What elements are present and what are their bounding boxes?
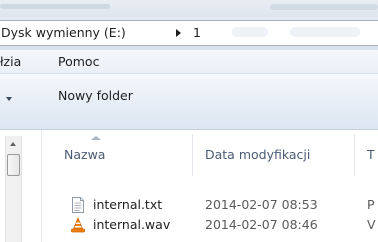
address-bar[interactable]: Dysk wymienny (E:) 1 [0, 20, 378, 46]
file-date-modified: 2014-02-07 08:46 [205, 217, 318, 232]
title-decoration [270, 4, 378, 10]
navigation-scrollbar[interactable] [5, 136, 22, 242]
sort-ascending-icon [91, 136, 101, 140]
breadcrumb-drive[interactable]: Dysk wymienny (E:) [1, 21, 126, 45]
address-decoration [232, 27, 268, 37]
address-decoration [290, 27, 360, 37]
column-divider[interactable] [354, 134, 355, 176]
navigation-pane [0, 130, 42, 242]
column-header-row: Nazwa Data modyfikacji T [42, 130, 378, 180]
file-row[interactable]: internal.wav 2014-02-07 08:46 V [42, 215, 378, 235]
menu-bar: łzia Pomoc [0, 50, 378, 74]
file-name[interactable]: internal.wav [93, 215, 170, 235]
file-type: V [367, 217, 376, 232]
text-file-icon [70, 197, 86, 213]
scroll-thumb[interactable] [7, 154, 20, 176]
breadcrumb-folder[interactable]: 1 [193, 21, 201, 45]
column-header-name[interactable]: Nazwa [64, 145, 105, 165]
address-bar-area: Dysk wymienny (E:) 1 [0, 17, 378, 50]
file-date-modified: 2014-02-07 08:53 [205, 197, 318, 212]
title-decoration [0, 4, 110, 9]
scroll-up-arrow-icon [10, 142, 16, 146]
vlc-media-file-icon [70, 216, 86, 233]
menu-item-help[interactable]: Pomoc [58, 50, 99, 73]
breadcrumb-separator-icon[interactable] [176, 29, 181, 37]
chevron-down-icon[interactable] [6, 97, 12, 101]
column-divider[interactable] [192, 134, 193, 176]
window-title-strip [0, 0, 378, 17]
new-folder-button[interactable]: Nowy folder [58, 84, 133, 108]
command-bar: Nowy folder [0, 74, 378, 130]
scroll-up-button[interactable] [6, 136, 21, 153]
menu-item-tools[interactable]: łzia [0, 50, 21, 73]
file-name[interactable]: internal.txt [93, 195, 162, 215]
column-header-date-modified[interactable]: Data modyfikacji [205, 145, 310, 165]
file-list: Nazwa Data modyfikacji T internal.txt 20… [42, 130, 378, 242]
file-row[interactable]: internal.txt 2014-02-07 08:53 P [42, 195, 378, 215]
file-type: P [367, 197, 375, 212]
column-header-type[interactable]: T [367, 145, 375, 165]
